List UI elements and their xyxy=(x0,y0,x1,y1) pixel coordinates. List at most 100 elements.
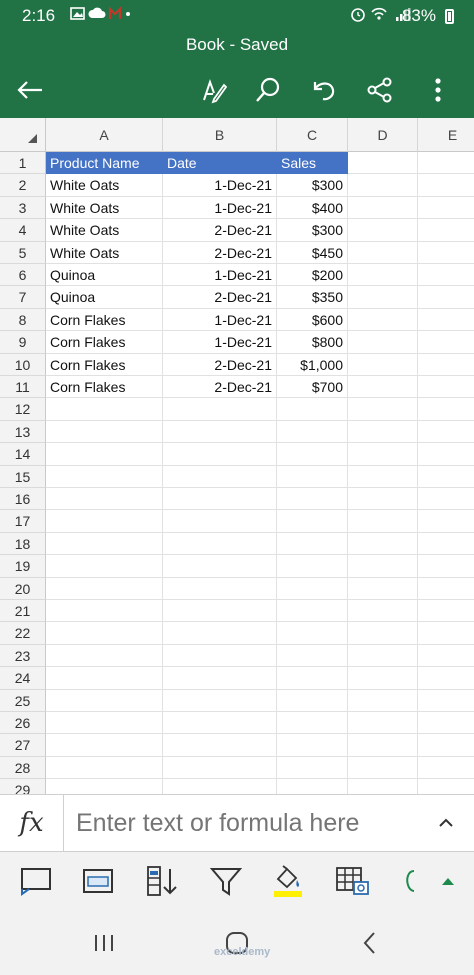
row-header[interactable]: 4 xyxy=(0,219,46,242)
search-button[interactable] xyxy=(250,72,286,108)
empty-cell[interactable] xyxy=(163,667,277,690)
table-cell[interactable]: $350 xyxy=(277,286,348,309)
empty-cell[interactable] xyxy=(277,577,348,600)
empty-cell[interactable] xyxy=(46,532,163,556)
empty-cell[interactable] xyxy=(277,779,348,794)
empty-cell[interactable] xyxy=(163,510,277,533)
empty-cell[interactable] xyxy=(348,174,418,197)
empty-cell[interactable] xyxy=(348,689,418,712)
empty-cell[interactable] xyxy=(163,756,277,780)
empty-cell[interactable] xyxy=(163,488,277,511)
table-cell[interactable]: 2-Dec-21 xyxy=(163,219,277,242)
empty-cell[interactable] xyxy=(418,510,474,533)
empty-cell[interactable] xyxy=(277,488,348,511)
empty-cell[interactable] xyxy=(418,309,474,332)
function-button[interactable]: fx xyxy=(0,795,64,851)
empty-cell[interactable] xyxy=(46,667,163,690)
empty-cell[interactable] xyxy=(418,779,474,794)
empty-cell[interactable] xyxy=(348,353,418,376)
empty-cell[interactable] xyxy=(348,241,418,264)
empty-cell[interactable] xyxy=(348,376,418,399)
empty-cell[interactable] xyxy=(348,600,418,623)
empty-cell[interactable] xyxy=(46,465,163,488)
empty-cell[interactable] xyxy=(418,690,474,712)
empty-cell[interactable] xyxy=(46,644,163,668)
empty-cell[interactable] xyxy=(418,734,474,757)
empty-cell[interactable] xyxy=(46,779,163,794)
comment-button[interactable] xyxy=(14,860,58,902)
empty-cell[interactable] xyxy=(46,510,163,533)
row-header[interactable]: 22 xyxy=(0,622,46,645)
empty-cell[interactable] xyxy=(46,622,163,645)
table-cell[interactable]: 2-Dec-21 xyxy=(163,376,277,399)
row-header[interactable]: 14 xyxy=(0,443,46,466)
table-cell[interactable]: Corn Flakes xyxy=(46,331,163,354)
table-cell[interactable]: 2-Dec-21 xyxy=(163,286,277,309)
select-all-corner[interactable] xyxy=(0,118,46,152)
row-header[interactable]: 7 xyxy=(0,286,46,309)
row-header[interactable]: 27 xyxy=(0,734,46,757)
row-header[interactable]: 11 xyxy=(0,376,46,399)
empty-cell[interactable] xyxy=(163,465,277,488)
empty-cell[interactable] xyxy=(348,644,418,668)
overflow-tool-button[interactable] xyxy=(394,860,418,902)
empty-cell[interactable] xyxy=(348,331,418,354)
empty-cell[interactable] xyxy=(163,577,277,600)
empty-cell[interactable] xyxy=(163,443,277,466)
row-header[interactable]: 13 xyxy=(0,420,46,444)
empty-cell[interactable] xyxy=(277,443,348,466)
row-header[interactable]: 26 xyxy=(0,712,46,735)
table-cell[interactable]: Corn Flakes xyxy=(46,353,163,376)
table-cell[interactable]: $1,000 xyxy=(277,353,348,376)
column-header-d[interactable]: D xyxy=(348,118,418,152)
row-header[interactable]: 3 xyxy=(0,196,46,220)
expand-ribbon-button[interactable] xyxy=(426,860,470,902)
empty-cell[interactable] xyxy=(418,488,474,511)
empty-cell[interactable] xyxy=(277,667,348,690)
table-button[interactable] xyxy=(330,860,374,902)
empty-cell[interactable] xyxy=(418,286,474,309)
row-header[interactable]: 20 xyxy=(0,577,46,600)
table-cell[interactable]: $800 xyxy=(277,331,348,354)
empty-cell[interactable] xyxy=(418,555,474,578)
empty-cell[interactable] xyxy=(277,734,348,757)
undo-button[interactable] xyxy=(306,72,342,108)
empty-cell[interactable] xyxy=(348,465,418,488)
cell-styles-button[interactable] xyxy=(76,860,120,902)
row-header[interactable]: 5 xyxy=(0,241,46,264)
table-cell[interactable]: $300 xyxy=(277,219,348,242)
empty-cell[interactable] xyxy=(418,421,474,444)
empty-cell[interactable] xyxy=(348,734,418,757)
row-header[interactable]: 16 xyxy=(0,488,46,511)
empty-cell[interactable] xyxy=(418,219,474,242)
empty-cell[interactable] xyxy=(277,532,348,556)
empty-cell[interactable] xyxy=(348,779,418,794)
empty-cell[interactable] xyxy=(163,712,277,735)
spreadsheet-grid[interactable]: A B C D E 1 Product Name Date Sales 2 White O… xyxy=(0,118,474,794)
empty-cell[interactable] xyxy=(348,308,418,332)
empty-cell[interactable] xyxy=(418,466,474,488)
more-options-button[interactable] xyxy=(420,72,456,108)
table-cell[interactable]: $600 xyxy=(277,308,348,332)
row-header[interactable]: 28 xyxy=(0,756,46,780)
recent-apps-button[interactable] xyxy=(84,926,124,960)
table-cell[interactable]: $200 xyxy=(277,264,348,287)
row-header[interactable]: 6 xyxy=(0,264,46,287)
table-cell[interactable]: White Oats xyxy=(46,174,163,197)
share-button[interactable] xyxy=(362,72,398,108)
row-header[interactable]: 19 xyxy=(0,555,46,578)
empty-cell[interactable] xyxy=(348,443,418,466)
table-cell[interactable]: 2-Dec-21 xyxy=(163,353,277,376)
edit-button[interactable] xyxy=(196,72,232,108)
empty-cell[interactable] xyxy=(348,398,418,421)
empty-cell[interactable] xyxy=(163,600,277,623)
empty-cell[interactable] xyxy=(277,510,348,533)
table-header-cell[interactable]: Date xyxy=(163,152,277,175)
empty-cell[interactable] xyxy=(418,376,474,399)
empty-cell[interactable] xyxy=(418,622,474,645)
column-header-e[interactable]: E xyxy=(418,118,474,152)
table-cell[interactable]: $700 xyxy=(277,376,348,399)
empty-cell[interactable] xyxy=(348,667,418,690)
table-cell[interactable]: White Oats xyxy=(46,196,163,220)
empty-cell[interactable] xyxy=(348,196,418,220)
